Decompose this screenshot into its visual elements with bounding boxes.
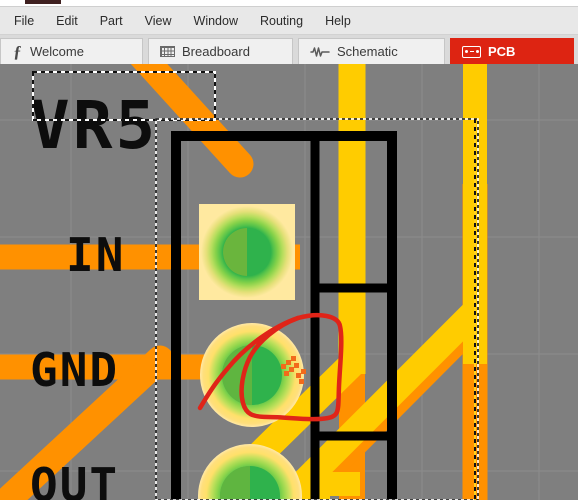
tab-welcome[interactable]: ƒ Welcome bbox=[0, 38, 143, 64]
menu-bar: File Edit Part View Window Routing Help bbox=[0, 7, 578, 35]
menu-item-help[interactable]: Help bbox=[314, 11, 362, 31]
tab-breadboard-label: Breadboard bbox=[182, 44, 250, 59]
pad-out[interactable] bbox=[198, 444, 302, 500]
waveform-icon bbox=[310, 46, 330, 58]
silk-pin-label-in: IN bbox=[66, 228, 125, 282]
tab-breadboard[interactable]: Breadboard bbox=[148, 38, 293, 64]
view-tab-bar: ƒ Welcome Breadboard Schematic PCB bbox=[0, 35, 578, 64]
window-control-sliver[interactable] bbox=[25, 0, 61, 4]
fritzing-f-icon: ƒ bbox=[13, 41, 22, 61]
tab-pcb[interactable]: PCB bbox=[450, 38, 574, 64]
grid-icon bbox=[160, 46, 175, 57]
menu-item-file[interactable]: File bbox=[3, 11, 45, 31]
tab-pcb-label: PCB bbox=[488, 44, 516, 59]
pcb-artwork: VR5 IN GND OUT bbox=[0, 64, 578, 500]
tab-welcome-label: Welcome bbox=[30, 44, 84, 59]
menu-item-edit[interactable]: Edit bbox=[45, 11, 89, 31]
silk-part-label: VR5 bbox=[30, 87, 158, 164]
menu-item-part[interactable]: Part bbox=[89, 11, 134, 31]
pad-in[interactable] bbox=[199, 204, 295, 300]
tab-schematic-label: Schematic bbox=[337, 44, 398, 59]
pcb-canvas[interactable]: VR5 IN GND OUT bbox=[0, 64, 578, 500]
menu-item-window[interactable]: Window bbox=[183, 11, 249, 31]
menu-item-view[interactable]: View bbox=[134, 11, 183, 31]
silk-pin-label-out: OUT bbox=[30, 458, 119, 500]
silk-pin-label-gnd: GND bbox=[30, 343, 119, 397]
fritzing-window: File Edit Part View Window Routing Help … bbox=[0, 0, 578, 500]
pcb-board-icon bbox=[462, 45, 481, 58]
tab-schematic[interactable]: Schematic bbox=[298, 38, 445, 64]
menu-item-routing[interactable]: Routing bbox=[249, 11, 314, 31]
